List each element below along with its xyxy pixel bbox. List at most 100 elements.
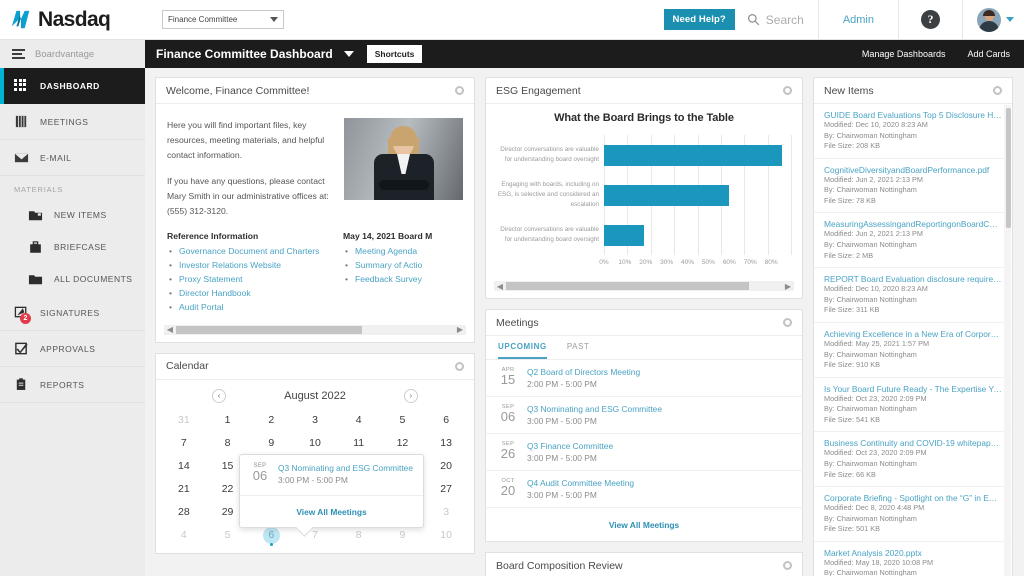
document-name[interactable]: Business Continuity and COVID-19 whitepa… <box>824 438 1002 448</box>
calendar-day[interactable]: 7 <box>162 432 206 455</box>
calendar-day[interactable]: 14 <box>162 455 206 478</box>
calendar-day[interactable]: 31 <box>162 409 206 432</box>
need-help-button[interactable]: Need Help? <box>664 9 735 30</box>
scrollbar-track[interactable] <box>506 282 782 290</box>
document-name[interactable]: Is Your Board Future Ready - The Experti… <box>824 384 1002 394</box>
calendar-day[interactable]: 27 <box>424 478 468 501</box>
new-items-scrollbar-thumb[interactable] <box>1006 108 1011 228</box>
sidebar-item-dashboard[interactable]: DASHBOARD <box>0 68 145 104</box>
list-item[interactable]: GUIDE Board Evaluations Top 5 Disclosure… <box>814 104 1012 159</box>
document-name[interactable]: Achieving Excellence in a New Era of Cor… <box>824 329 1002 339</box>
calendar-day[interactable]: 20 <box>424 455 468 478</box>
calendar-day[interactable]: 12 <box>381 432 425 455</box>
list-item[interactable]: APR15Q2 Board of Directors Meeting2:00 P… <box>486 360 802 397</box>
list-item[interactable]: Audit Portal <box>167 301 333 315</box>
list-item[interactable]: Is Your Board Future Ready - The Experti… <box>814 378 1012 433</box>
calendar-prev-button[interactable]: ‹ <box>212 389 226 403</box>
list-item[interactable]: CognitiveDiversityandBoardPerformance.pd… <box>814 159 1012 214</box>
list-item[interactable]: MeasuringAssessingandReportingonBoardCom… <box>814 213 1012 268</box>
scroll-left-icon[interactable]: ◀ <box>494 282 506 291</box>
calendar-day[interactable]: 21 <box>162 478 206 501</box>
meeting-name[interactable]: Q4 Audit Committee Meeting <box>527 478 634 488</box>
list-item[interactable]: OCT20Q4 Audit Committee Meeting3:00 PM -… <box>486 471 802 508</box>
calendar-day[interactable]: 4 <box>337 409 381 432</box>
view-all-meetings-link[interactable]: View All Meetings <box>609 520 679 530</box>
list-item[interactable]: Corporate Briefing - Spotlight on the “G… <box>814 487 1012 542</box>
tab-upcoming[interactable]: UPCOMING <box>498 342 547 359</box>
esg-horizontal-scrollbar[interactable]: ◀ ▶ <box>494 281 794 291</box>
calendar-day[interactable]: 11 <box>337 432 381 455</box>
calendar-day[interactable]: 13 <box>424 432 468 455</box>
scroll-right-icon[interactable]: ▶ <box>454 325 466 334</box>
calendar-day[interactable]: 8 <box>206 432 250 455</box>
scroll-right-icon[interactable]: ▶ <box>782 282 794 291</box>
meeting-name[interactable]: Q3 Nominating and ESG Committee <box>527 404 662 414</box>
sidebar-item-briefcase[interactable]: BRIEFCASE <box>0 231 145 263</box>
list-item[interactable]: Meeting Agenda <box>343 245 463 259</box>
user-menu[interactable] <box>963 8 1024 32</box>
list-item[interactable]: Business Continuity and COVID-19 whitepa… <box>814 432 1012 487</box>
sidebar-item-all-documents[interactable]: ALL DOCUMENTS <box>0 263 145 295</box>
list-item[interactable]: Governance Document and Charters <box>167 245 333 259</box>
list-item[interactable]: Achieving Excellence in a New Era of Cor… <box>814 323 1012 378</box>
add-cards-link[interactable]: Add Cards <box>967 49 1010 59</box>
calendar-day[interactable]: 3 <box>293 409 337 432</box>
sidebar-item-new-items[interactable]: NEW ITEMS <box>0 199 145 231</box>
calendar-day[interactable]: 10 <box>424 524 468 547</box>
tab-past[interactable]: PAST <box>567 342 590 359</box>
document-name[interactable]: Corporate Briefing - Spotlight on the “G… <box>824 493 1002 503</box>
list-item[interactable]: Feedback Survey <box>343 273 463 287</box>
document-name[interactable]: Market Analysis 2020.pptx <box>824 548 1002 558</box>
gear-icon[interactable] <box>783 561 792 570</box>
gear-icon[interactable] <box>993 86 1002 95</box>
gear-icon[interactable] <box>783 318 792 327</box>
list-item[interactable]: Investor Relations Website <box>167 259 333 273</box>
sidebar-item-reports[interactable]: REPORTS <box>0 367 145 403</box>
calendar-day[interactable]: 28 <box>162 501 206 524</box>
calendar-day[interactable]: 5 <box>381 409 425 432</box>
menu-icon[interactable] <box>12 49 25 59</box>
calendar-day[interactable]: 3 <box>424 501 468 524</box>
list-item[interactable]: Market Analysis 2020.pptxModified: May 1… <box>814 542 1012 576</box>
dashboard-chevron-down-icon[interactable] <box>344 51 354 57</box>
meeting-name[interactable]: Q2 Board of Directors Meeting <box>527 367 640 377</box>
sidebar-item-approvals[interactable]: APPROVALS <box>0 331 145 367</box>
search-input[interactable]: Search <box>735 13 818 27</box>
welcome-horizontal-scrollbar[interactable]: ◀ ▶ <box>164 325 466 335</box>
view-all-meetings-link[interactable]: View All Meetings <box>296 507 366 517</box>
document-name[interactable]: MeasuringAssessingandReportingonBoardCom… <box>824 219 1002 229</box>
calendar-day[interactable]: 6 <box>424 409 468 432</box>
sidebar-item-signatures[interactable]: 2 SIGNATURES <box>0 295 145 331</box>
gear-icon[interactable] <box>455 86 464 95</box>
admin-link[interactable]: Admin <box>819 14 898 26</box>
calendar-day[interactable]: 4 <box>162 524 206 547</box>
calendar-day[interactable]: 9 <box>249 432 293 455</box>
document-name[interactable]: GUIDE Board Evaluations Top 5 Disclosure… <box>824 110 1002 120</box>
scrollbar-track[interactable] <box>176 326 454 334</box>
document-name[interactable]: CognitiveDiversityandBoardPerformance.pd… <box>824 165 1002 175</box>
list-item[interactable]: Director Handbook <box>167 287 333 301</box>
calendar-day[interactable]: 1 <box>206 409 250 432</box>
calendar-day[interactable]: 10 <box>293 432 337 455</box>
sidebar-item-email[interactable]: E-MAIL <box>0 140 145 176</box>
calendar-next-button[interactable]: › <box>404 389 418 403</box>
committee-selector[interactable]: Finance Committee <box>162 10 284 29</box>
help-icon[interactable]: ? <box>921 10 940 29</box>
manage-dashboards-link[interactable]: Manage Dashboards <box>862 49 946 59</box>
gear-icon[interactable] <box>783 86 792 95</box>
popup-event-title[interactable]: Q3 Nominating and ESG Committee <box>278 463 413 473</box>
list-item[interactable]: REPORT Board Evaluation disclosure requi… <box>814 268 1012 323</box>
shortcuts-button[interactable]: Shortcuts <box>367 45 423 63</box>
nasdaq-logo[interactable]: Nasdaq <box>0 8 150 32</box>
gear-icon[interactable] <box>455 362 464 371</box>
calendar-day[interactable]: 2 <box>249 409 293 432</box>
sidebar-item-meetings[interactable]: MEETINGS <box>0 104 145 140</box>
list-item[interactable]: Proxy Statement <box>167 273 333 287</box>
scroll-left-icon[interactable]: ◀ <box>164 325 176 334</box>
list-item[interactable]: Summary of Actio <box>343 259 463 273</box>
list-item[interactable]: SEP26Q3 Finance Committee3:00 PM - 5:00 … <box>486 434 802 471</box>
meeting-name[interactable]: Q3 Finance Committee <box>527 441 613 451</box>
list-item[interactable]: SEP06Q3 Nominating and ESG Committee3:00… <box>486 397 802 434</box>
scrollbar-thumb[interactable] <box>176 326 362 334</box>
scrollbar-thumb[interactable] <box>506 282 749 290</box>
